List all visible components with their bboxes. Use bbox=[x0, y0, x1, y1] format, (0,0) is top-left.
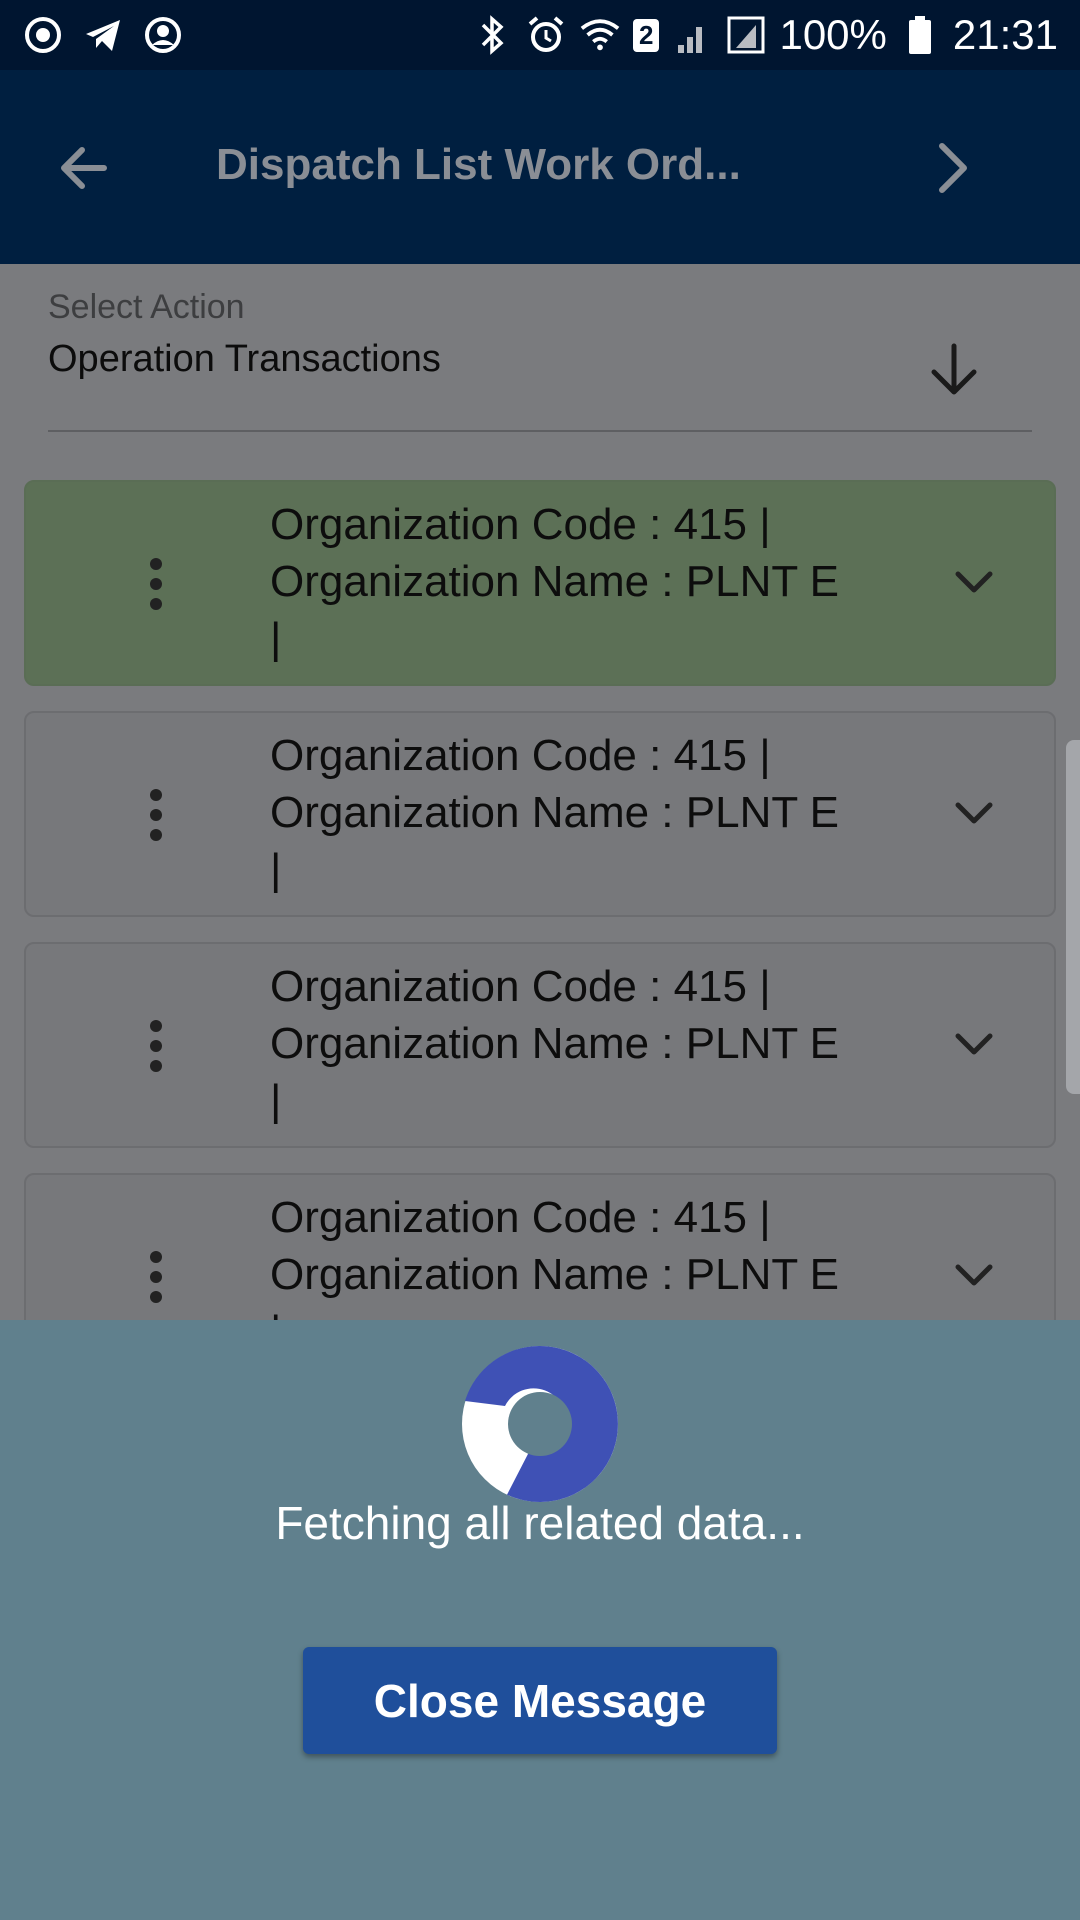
battery-percent: 100% bbox=[779, 11, 887, 58]
loading-spinner-icon bbox=[462, 1345, 618, 1502]
list-item[interactable]: Organization Code : 415 | Organization N… bbox=[24, 711, 1056, 917]
status-bar: 2 100% 21:31 bbox=[0, 0, 1080, 70]
more-vert-icon[interactable] bbox=[136, 785, 176, 845]
chevron-down-icon[interactable] bbox=[950, 1257, 998, 1297]
select-action-label: Select Action bbox=[48, 288, 245, 326]
alarm-icon bbox=[525, 14, 567, 56]
app-bar: Dispatch List Work Ord... bbox=[0, 70, 1080, 264]
arrow-back-icon bbox=[61, 147, 107, 189]
list-item-text: Organization Code : 415 | Organization N… bbox=[270, 731, 839, 894]
more-vert-icon[interactable] bbox=[136, 554, 176, 614]
forward-button[interactable] bbox=[920, 136, 984, 200]
select-underline bbox=[48, 430, 1032, 432]
chevron-down-icon[interactable] bbox=[950, 564, 998, 604]
more-vert-icon[interactable] bbox=[136, 1016, 176, 1076]
clock: 21:31 bbox=[952, 11, 1058, 58]
status-right-icons: 2 100% 21:31 bbox=[471, 11, 1058, 59]
select-action-dropdown[interactable]: Select Action Operation Transactions bbox=[48, 264, 1032, 432]
chevron-down-icon[interactable] bbox=[950, 1026, 998, 1066]
more-vert-icon[interactable] bbox=[136, 1247, 176, 1307]
wifi-icon bbox=[579, 14, 621, 56]
loading-sheet: Fetching all related data... Close Messa… bbox=[0, 1320, 1080, 1920]
signal-icon bbox=[671, 14, 713, 56]
close-message-button[interactable]: Close Message bbox=[303, 1647, 777, 1754]
status-left-icons bbox=[22, 14, 184, 56]
scrollbar-thumb[interactable] bbox=[1066, 740, 1080, 1094]
account-circle-icon bbox=[142, 14, 184, 56]
list-item-text: Organization Code : 415 | Organization N… bbox=[270, 500, 839, 663]
bluetooth-icon bbox=[471, 14, 513, 56]
chevron-right-icon bbox=[939, 143, 967, 193]
chevron-down-icon[interactable] bbox=[950, 795, 998, 835]
list-item-text: Organization Code : 415 | Organization N… bbox=[270, 962, 839, 1125]
battery-icon bbox=[899, 14, 941, 56]
roaming-signal-icon bbox=[725, 14, 767, 56]
list-item[interactable]: Organization Code : 415 | Organization N… bbox=[24, 480, 1056, 686]
sim-badge: 2 bbox=[633, 18, 660, 52]
list-item[interactable]: Organization Code : 415 | Organization N… bbox=[24, 942, 1056, 1148]
page-title: Dispatch List Work Ord... bbox=[216, 140, 741, 189]
loading-message: Fetching all related data... bbox=[275, 1497, 805, 1549]
back-button[interactable] bbox=[52, 136, 116, 200]
play-circle-icon bbox=[22, 14, 64, 56]
telegram-icon bbox=[82, 14, 124, 56]
arrow-down-icon[interactable] bbox=[924, 340, 984, 400]
select-action-value: Operation Transactions bbox=[48, 338, 441, 380]
